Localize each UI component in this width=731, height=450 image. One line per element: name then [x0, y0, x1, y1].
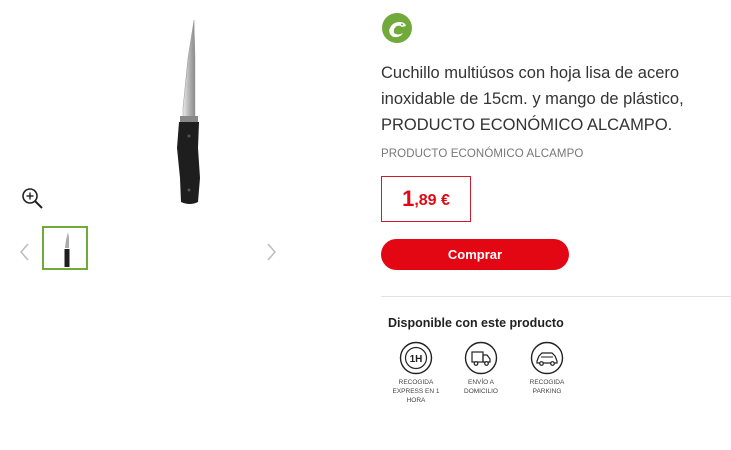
chevron-left-icon[interactable] — [18, 242, 32, 262]
alcampo-bird-icon — [381, 12, 413, 44]
zoom-in-icon[interactable] — [20, 186, 44, 210]
buy-button[interactable]: Comprar — [381, 239, 569, 270]
price-box: 1,89 € — [381, 176, 471, 222]
one-hour-clock-icon: 1H — [399, 341, 433, 375]
price-integer: 1 — [402, 186, 415, 211]
brand-name: PRODUCTO ECONÓMICO ALCAMPO — [381, 148, 584, 160]
svg-text:1H: 1H — [410, 354, 423, 365]
product-title: Cuchillo multiúsos con hoja lisa de acer… — [381, 64, 684, 134]
product-main-image — [150, 18, 220, 208]
service-label: ENVÍO A DOMICILIO — [464, 379, 498, 395]
divider — [381, 296, 731, 297]
car-parking-icon — [530, 341, 564, 375]
delivery-truck-icon — [464, 341, 498, 375]
service-label: RECOGIDA PARKING — [529, 379, 565, 395]
chevron-right-icon[interactable] — [264, 242, 278, 262]
service-parking-pickup: RECOGIDA PARKING — [517, 341, 577, 396]
service-label: RECOGIDA EXPRESS EN 1 HORA — [392, 379, 440, 404]
availability-title: Disponible con este producto — [388, 316, 564, 330]
thumbnail-image[interactable] — [42, 226, 88, 270]
service-express-pickup: 1H RECOGIDA EXPRESS EN 1 HORA — [386, 341, 446, 405]
price-decimal: ,89 € — [414, 192, 450, 209]
service-home-delivery: ENVÍO A DOMICILIO — [451, 341, 511, 396]
